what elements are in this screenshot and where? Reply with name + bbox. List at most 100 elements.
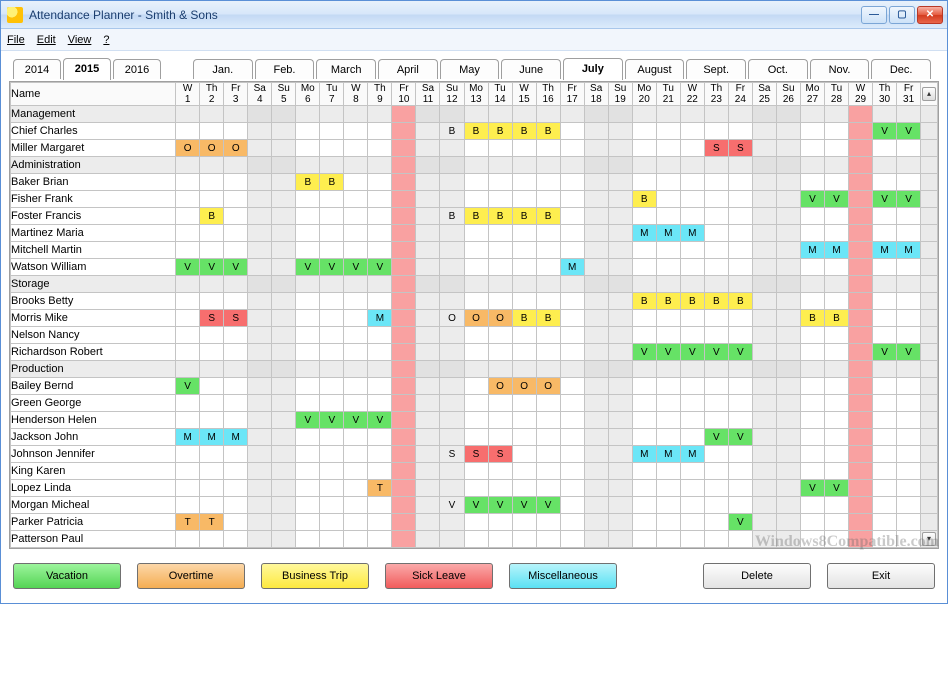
day-cell[interactable] xyxy=(632,242,656,259)
day-cell[interactable] xyxy=(656,395,680,412)
day-cell[interactable] xyxy=(224,497,248,514)
day-cell[interactable] xyxy=(849,514,873,531)
day-cell[interactable] xyxy=(752,446,776,463)
day-cell[interactable] xyxy=(800,463,824,480)
day-cell[interactable] xyxy=(632,480,656,497)
day-cell[interactable]: B xyxy=(632,293,656,310)
day-cell[interactable] xyxy=(392,378,416,395)
day-cell[interactable] xyxy=(440,327,464,344)
day-cell[interactable]: V xyxy=(800,191,824,208)
row-name[interactable]: Mitchell Martin xyxy=(11,242,176,259)
day-cell[interactable] xyxy=(416,225,440,242)
day-cell[interactable] xyxy=(464,378,488,395)
day-cell[interactable]: V xyxy=(897,191,921,208)
day-cell[interactable] xyxy=(632,497,656,514)
day-cell[interactable] xyxy=(200,497,224,514)
day-cell[interactable] xyxy=(344,123,368,140)
day-cell[interactable] xyxy=(584,497,608,514)
day-cell[interactable] xyxy=(873,140,897,157)
day-cell[interactable] xyxy=(776,259,800,276)
row-name[interactable]: Foster Francis xyxy=(11,208,176,225)
day-cell[interactable] xyxy=(272,310,296,327)
day-cell[interactable] xyxy=(296,480,320,497)
day-cell[interactable] xyxy=(824,123,848,140)
day-cell[interactable] xyxy=(392,208,416,225)
day-cell[interactable] xyxy=(440,378,464,395)
day-cell[interactable] xyxy=(248,497,272,514)
day-cell[interactable] xyxy=(897,225,921,242)
day-cell[interactable] xyxy=(512,412,536,429)
day-cell[interactable] xyxy=(176,480,200,497)
day-cell[interactable]: B xyxy=(536,310,560,327)
day-cell[interactable]: S xyxy=(464,446,488,463)
day-cell[interactable]: V xyxy=(728,514,752,531)
day-cell[interactable] xyxy=(824,514,848,531)
day-cell[interactable] xyxy=(608,395,632,412)
day-cell[interactable] xyxy=(849,429,873,446)
day-cell[interactable] xyxy=(296,140,320,157)
day-cell[interactable] xyxy=(224,344,248,361)
day-cell[interactable] xyxy=(488,174,512,191)
day-cell[interactable] xyxy=(752,259,776,276)
day-cell[interactable] xyxy=(656,259,680,276)
day-cell[interactable] xyxy=(752,480,776,497)
day-cell[interactable] xyxy=(320,531,344,548)
overtime-button[interactable]: Overtime xyxy=(137,563,245,589)
day-cell[interactable]: B xyxy=(800,310,824,327)
day-cell[interactable] xyxy=(464,429,488,446)
day-cell[interactable] xyxy=(680,310,704,327)
day-cell[interactable] xyxy=(512,531,536,548)
day-cell[interactable] xyxy=(776,140,800,157)
day-cell[interactable]: O xyxy=(488,378,512,395)
day-cell[interactable] xyxy=(752,293,776,310)
day-cell[interactable]: T xyxy=(176,514,200,531)
day-cell[interactable] xyxy=(248,378,272,395)
day-cell[interactable] xyxy=(776,497,800,514)
day-cell[interactable] xyxy=(608,531,632,548)
row-name[interactable]: Administration xyxy=(11,157,176,174)
scrollbar-track[interactable] xyxy=(921,276,938,293)
day-cell[interactable] xyxy=(272,480,296,497)
day-cell[interactable] xyxy=(704,497,728,514)
month-tab-oct[interactable]: Oct. xyxy=(748,59,808,79)
day-cell[interactable] xyxy=(464,327,488,344)
day-cell[interactable] xyxy=(584,429,608,446)
day-cell[interactable] xyxy=(824,293,848,310)
row-name[interactable]: Patterson Paul xyxy=(11,531,176,548)
day-cell[interactable] xyxy=(512,344,536,361)
day-cell[interactable]: V xyxy=(704,429,728,446)
titlebar[interactable]: Attendance Planner - Smith & Sons — ▢ ✕ xyxy=(1,1,947,29)
day-cell[interactable] xyxy=(608,225,632,242)
day-cell[interactable] xyxy=(392,395,416,412)
day-cell[interactable]: V xyxy=(873,123,897,140)
day-cell[interactable] xyxy=(536,395,560,412)
day-cell[interactable] xyxy=(272,446,296,463)
day-cell[interactable]: B xyxy=(824,310,848,327)
day-cell[interactable] xyxy=(536,191,560,208)
row-name[interactable]: Management xyxy=(11,106,176,123)
day-cell[interactable] xyxy=(416,514,440,531)
row-name[interactable]: Green George xyxy=(11,395,176,412)
day-cell[interactable] xyxy=(704,174,728,191)
day-cell[interactable] xyxy=(752,395,776,412)
day-cell[interactable] xyxy=(800,225,824,242)
day-cell[interactable] xyxy=(656,378,680,395)
day-cell[interactable]: O xyxy=(440,310,464,327)
day-cell[interactable] xyxy=(440,412,464,429)
day-cell[interactable] xyxy=(512,140,536,157)
day-cell[interactable] xyxy=(704,446,728,463)
day-cell[interactable]: S xyxy=(728,140,752,157)
day-cell[interactable] xyxy=(344,378,368,395)
row-name[interactable]: Lopez Linda xyxy=(11,480,176,497)
day-cell[interactable] xyxy=(224,446,248,463)
scrollbar-track[interactable] xyxy=(921,259,938,276)
day-cell[interactable] xyxy=(440,293,464,310)
day-cell[interactable]: V xyxy=(897,123,921,140)
day-cell[interactable] xyxy=(608,378,632,395)
day-cell[interactable] xyxy=(824,463,848,480)
day-cell[interactable] xyxy=(776,225,800,242)
day-cell[interactable] xyxy=(632,140,656,157)
day-cell[interactable] xyxy=(873,531,897,548)
day-cell[interactable] xyxy=(176,327,200,344)
day-cell[interactable] xyxy=(656,191,680,208)
